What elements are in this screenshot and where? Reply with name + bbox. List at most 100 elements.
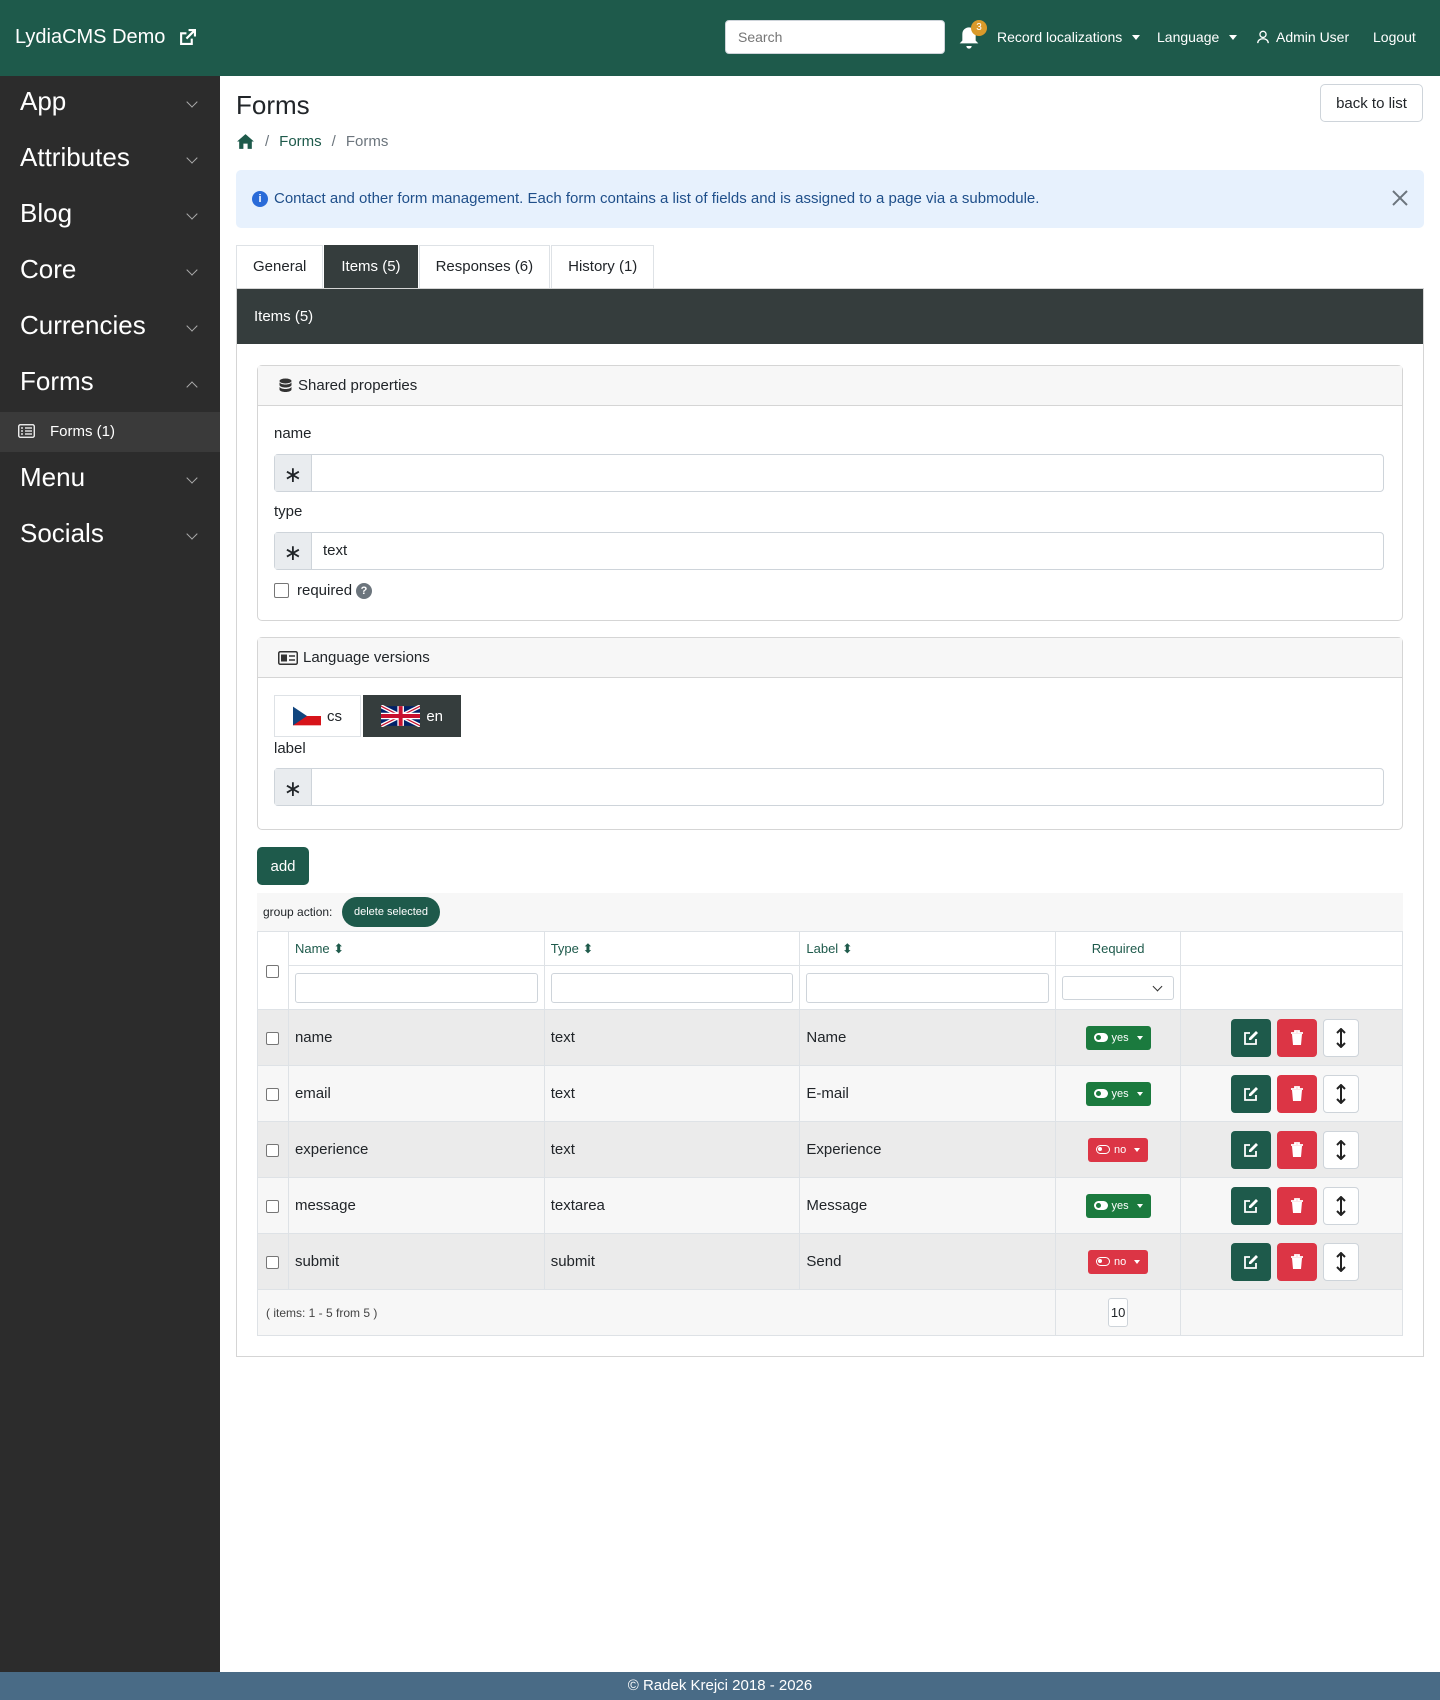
record-localizations-menu[interactable]: Record localizations: [997, 29, 1141, 45]
label-value[interactable]: [312, 769, 1383, 805]
tab-history[interactable]: History (1): [551, 245, 655, 288]
column-header-type[interactable]: Type ⬍: [543, 931, 801, 966]
lang-tab-en[interactable]: en: [363, 695, 461, 737]
sidebar-item-core[interactable]: Core: [0, 244, 220, 300]
reorder-handle[interactable]: [1322, 1018, 1359, 1057]
row-checkbox[interactable]: [266, 1143, 280, 1157]
arrows-vertical-icon: [1335, 1027, 1346, 1048]
required-toggle[interactable]: no: [1087, 1249, 1149, 1274]
required-checkbox-row: required ?: [274, 582, 373, 599]
sidebar-item-blog[interactable]: Blog: [0, 188, 220, 244]
cell-required: yes: [1055, 1177, 1182, 1234]
filter-cell: [799, 965, 1057, 1010]
select-all-checkbox[interactable]: [266, 964, 280, 978]
delete-button[interactable]: [1276, 1242, 1317, 1281]
delete-button[interactable]: [1276, 1074, 1317, 1113]
delete-selected-button[interactable]: delete selected: [342, 897, 440, 927]
column-header-label: Required: [1091, 941, 1145, 956]
tab-general[interactable]: General: [236, 245, 324, 288]
required-toggle[interactable]: yes: [1085, 1193, 1151, 1218]
per-page-select[interactable]: 10: [1107, 1298, 1129, 1327]
type-value[interactable]: text: [312, 533, 1383, 569]
delete-button[interactable]: [1276, 1186, 1317, 1225]
reorder-handle[interactable]: [1322, 1130, 1359, 1169]
brand[interactable]: LydiaCMS Demo: [15, 26, 197, 49]
required-toggle[interactable]: yes: [1085, 1025, 1151, 1050]
caret-down-icon: [1136, 1203, 1143, 1208]
column-header-actions: [1180, 931, 1403, 966]
column-header-label-col[interactable]: Label ⬍: [799, 931, 1057, 966]
top-navbar: LydiaCMS Demo 3 Record localizations Lan…: [0, 0, 1440, 76]
search-input[interactable]: [725, 20, 945, 54]
toggle-off-icon: [1095, 1145, 1110, 1154]
edit-icon: [1243, 1254, 1258, 1269]
name-value[interactable]: [312, 455, 1383, 491]
filter-cell: [1180, 965, 1403, 1010]
panel-header: Items (5): [237, 289, 1423, 344]
sidebar-item-app[interactable]: App: [0, 76, 220, 132]
required-value: yes: [1111, 1199, 1129, 1212]
sidebar-item-attributes[interactable]: Attributes: [0, 132, 220, 188]
column-header-name[interactable]: Name ⬍: [287, 931, 545, 966]
table-row: message textarea Message yes: [257, 1177, 1403, 1234]
name-field[interactable]: ∗: [274, 454, 1384, 492]
edit-button[interactable]: [1230, 1074, 1271, 1113]
sidebar-item-forms[interactable]: Forms: [0, 356, 220, 412]
filter-type-input[interactable]: [550, 972, 794, 1003]
language-menu[interactable]: Language: [1157, 29, 1238, 45]
chevron-down-icon: [186, 472, 198, 484]
sidebar-item-currencies[interactable]: Currencies: [0, 300, 220, 356]
tab-responses[interactable]: Responses (6): [418, 245, 551, 288]
caret-down-icon: [1229, 34, 1238, 40]
row-checkbox[interactable]: [266, 1031, 280, 1045]
reorder-handle[interactable]: [1322, 1074, 1359, 1113]
row-select-cell: [257, 1233, 289, 1290]
edit-button[interactable]: [1230, 1242, 1271, 1281]
cell-name: email: [287, 1065, 545, 1122]
reorder-handle[interactable]: [1322, 1242, 1359, 1281]
required-toggle[interactable]: yes: [1085, 1081, 1151, 1106]
lang-tab-cs[interactable]: cs: [274, 695, 361, 737]
trash-icon: [1290, 1029, 1303, 1045]
breadcrumb-current: Forms: [345, 133, 389, 150]
add-button[interactable]: add: [257, 847, 309, 885]
language-card-icon: [278, 650, 298, 665]
sidebar-subitem-forms[interactable]: Forms (1): [0, 412, 220, 452]
sidebar-item-socials[interactable]: Socials: [0, 508, 220, 564]
edit-button[interactable]: [1230, 1186, 1271, 1225]
delete-button[interactable]: [1276, 1130, 1317, 1169]
delete-button[interactable]: [1276, 1018, 1317, 1057]
filter-label-input[interactable]: [806, 972, 1050, 1003]
home-icon[interactable]: [236, 133, 255, 150]
help-icon[interactable]: ?: [356, 582, 373, 599]
cell-name: experience: [287, 1121, 545, 1178]
tab-items[interactable]: Items (5): [324, 245, 418, 288]
back-to-list-button[interactable]: back to list: [1320, 84, 1423, 122]
breadcrumb-separator: /: [331, 133, 336, 150]
cell-label: Send: [799, 1233, 1057, 1290]
edit-button[interactable]: [1230, 1130, 1271, 1169]
row-select-cell: [257, 1009, 289, 1066]
type-field[interactable]: ∗ text: [274, 532, 1384, 570]
brand-name[interactable]: LydiaCMS Demo: [15, 26, 165, 49]
label-field[interactable]: ∗: [274, 768, 1384, 806]
arrows-vertical-icon: [1335, 1251, 1346, 1272]
table-row: submit submit Send no: [257, 1233, 1403, 1290]
logout-link[interactable]: Logout: [1373, 29, 1416, 45]
required-toggle[interactable]: no: [1087, 1137, 1149, 1162]
user-menu[interactable]: Admin User: [1256, 29, 1349, 45]
caret-down-icon: [1134, 1259, 1141, 1264]
sidebar-item-menu[interactable]: Menu: [0, 452, 220, 508]
required-checkbox[interactable]: [274, 583, 289, 598]
edit-button[interactable]: [1230, 1018, 1271, 1057]
external-link-icon[interactable]: [179, 29, 197, 46]
breadcrumb-link-forms[interactable]: Forms: [279, 133, 322, 150]
reorder-handle[interactable]: [1322, 1186, 1359, 1225]
filter-required-select[interactable]: [1062, 975, 1175, 1000]
close-icon[interactable]: [1388, 186, 1412, 210]
row-checkbox[interactable]: [266, 1199, 280, 1213]
row-checkbox[interactable]: [266, 1087, 280, 1101]
row-checkbox[interactable]: [266, 1255, 280, 1269]
page-footer: © Radek Krejci 2018 - 2026: [0, 1672, 1440, 1700]
filter-name-input[interactable]: [294, 972, 538, 1003]
